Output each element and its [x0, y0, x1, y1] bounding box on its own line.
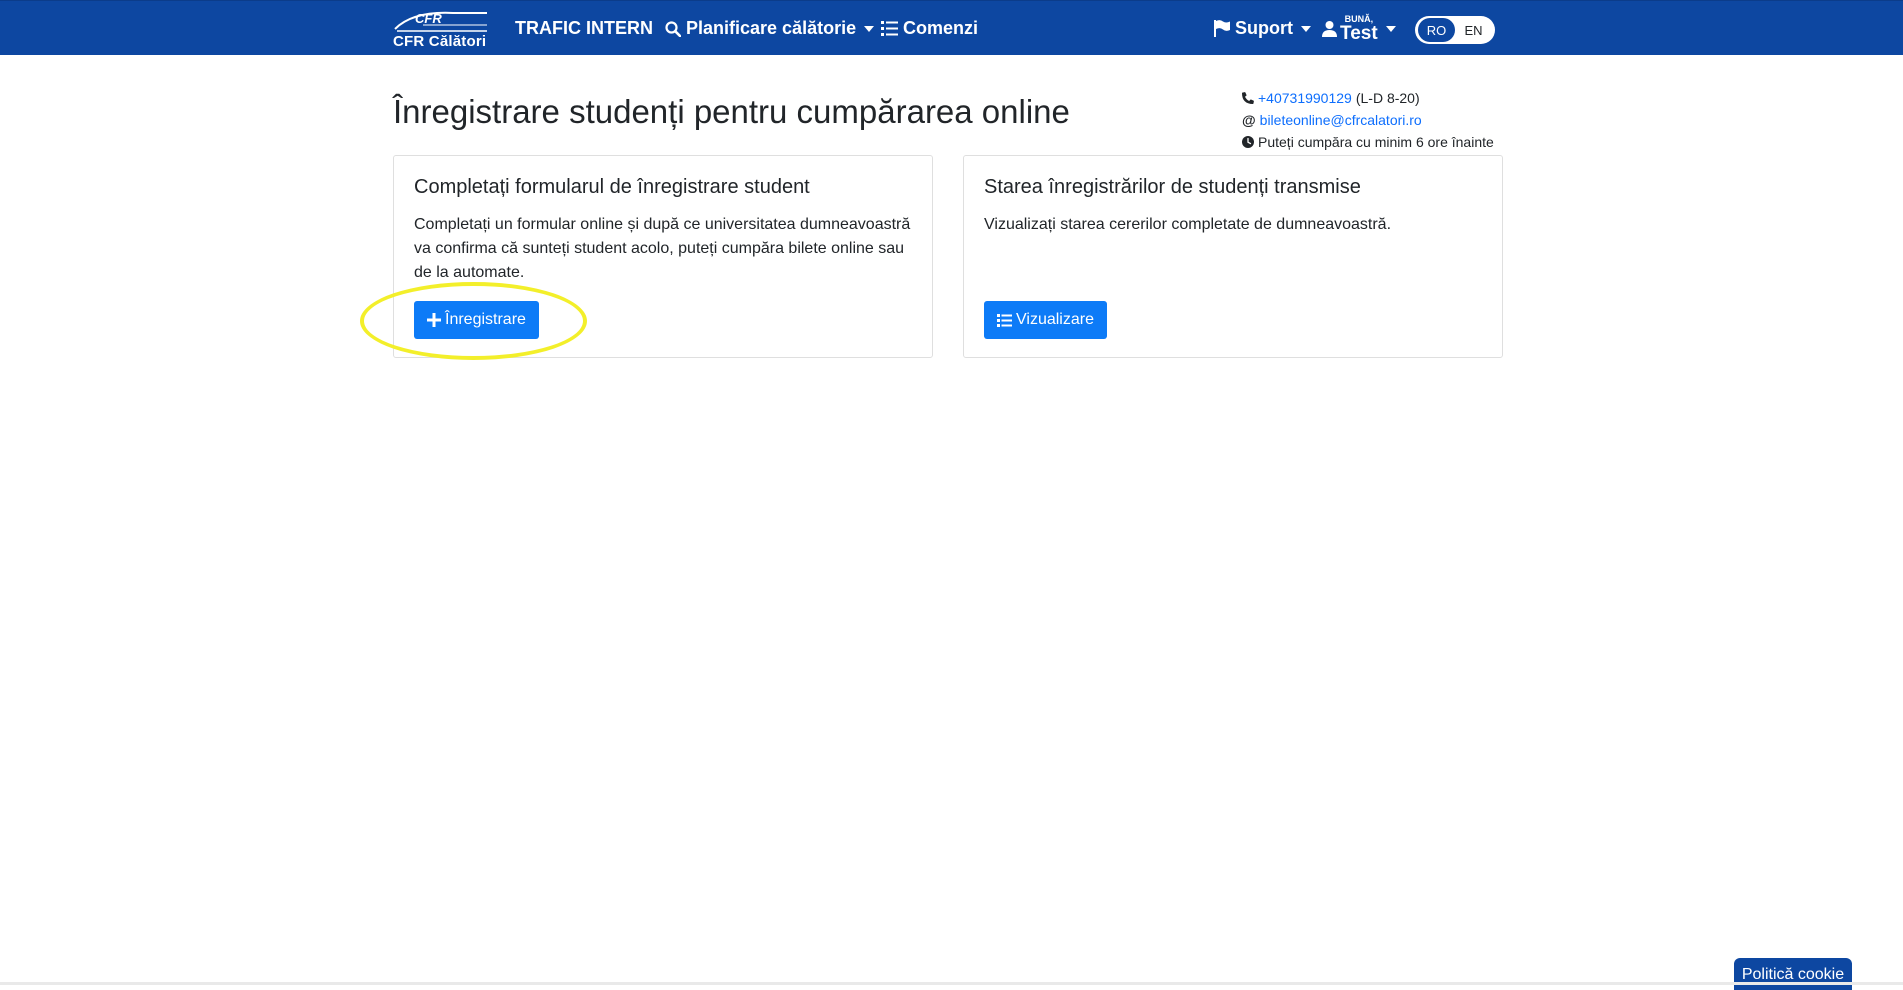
top-navbar: CFR CFR Călători TRAFIC INTERN Planifica…	[0, 0, 1903, 55]
card-text: Vizualizați starea cererilor completate …	[984, 216, 1392, 233]
brand-logo-text: CFR	[415, 11, 442, 26]
contact-info: +40731990129 (L-D 8-20) @ bileteonline@c…	[1242, 87, 1502, 153]
nav-suport[interactable]: Suport	[1214, 1, 1311, 56]
contact-phone-hours: (L-D 8-20)	[1355, 90, 1420, 106]
phone-icon	[1242, 92, 1254, 104]
card-registration-status: Starea înregistrărilor de studenți trans…	[963, 155, 1503, 358]
page-title: Înregistrare studenți pentru cumpărarea …	[393, 93, 1070, 130]
brand-logo[interactable]: CFR CFR Călători	[393, 9, 489, 51]
contact-note-line: Puteți cumpăra cu minim 6 ore înainte	[1242, 131, 1502, 153]
chevron-down-icon	[864, 25, 875, 32]
card-title: Completați formularul de înregistrare st…	[414, 176, 810, 198]
card-student-registration: Completați formularul de înregistrare st…	[393, 155, 933, 358]
nav-planificare-calatorie[interactable]: Planificare călătorie	[665, 1, 875, 56]
card-text: Completați un formular online și după ce…	[414, 216, 911, 281]
clock-icon	[1242, 136, 1254, 148]
user-text: BUNĂ, Test	[1340, 14, 1378, 44]
at-icon: @	[1242, 112, 1256, 128]
list-icon	[997, 313, 1012, 327]
contact-email-link[interactable]: bileteonline@cfrcalatori.ro	[1260, 109, 1422, 131]
nav-comenzi-label: Comenzi	[903, 18, 979, 38]
language-toggle: RO EN	[1415, 16, 1495, 44]
register-button[interactable]: Înregistrare	[414, 301, 539, 339]
flag-icon	[1214, 20, 1230, 37]
nav-suport-label: Suport	[1235, 18, 1293, 38]
user-menu[interactable]: BUNĂ, Test	[1322, 1, 1396, 56]
navbar-inner: CFR CFR Călători TRAFIC INTERN Planifica…	[393, 1, 1503, 56]
view-button-label: Vizualizare	[1016, 311, 1094, 328]
chevron-down-icon	[1301, 25, 1311, 32]
nav-trafic-intern[interactable]: TRAFIC INTERN	[515, 1, 653, 56]
nav-planificare-label: Planificare călătorie	[686, 18, 857, 38]
brand-name: CFR Călători	[393, 33, 487, 50]
view-button[interactable]: Vizualizare	[984, 301, 1107, 339]
user-name: Test	[1340, 22, 1378, 44]
list-icon	[881, 21, 898, 36]
language-ro[interactable]: RO	[1418, 18, 1455, 42]
chevron-down-icon	[1385, 25, 1396, 32]
card-title: Starea înregistrărilor de studenți trans…	[984, 176, 1361, 198]
search-icon	[665, 20, 681, 37]
contact-note: Puteți cumpăra cu minim 6 ore înainte	[1258, 134, 1494, 150]
contact-email-line: @ bileteonline@cfrcalatori.ro	[1242, 109, 1502, 131]
plus-icon	[427, 313, 441, 327]
contact-phone-link[interactable]: +40731990129	[1258, 87, 1352, 109]
cookie-policy-button[interactable]: Politică cookie	[1734, 958, 1852, 990]
user-icon	[1322, 20, 1337, 37]
language-en[interactable]: EN	[1455, 18, 1492, 42]
cfr-logo-icon: CFR	[394, 11, 487, 32]
nav-comenzi[interactable]: Comenzi	[881, 1, 978, 56]
nav-trafic-intern-label: TRAFIC INTERN	[515, 18, 653, 38]
register-button-label: Înregistrare	[445, 311, 526, 328]
contact-phone-line: +40731990129 (L-D 8-20)	[1242, 87, 1502, 109]
